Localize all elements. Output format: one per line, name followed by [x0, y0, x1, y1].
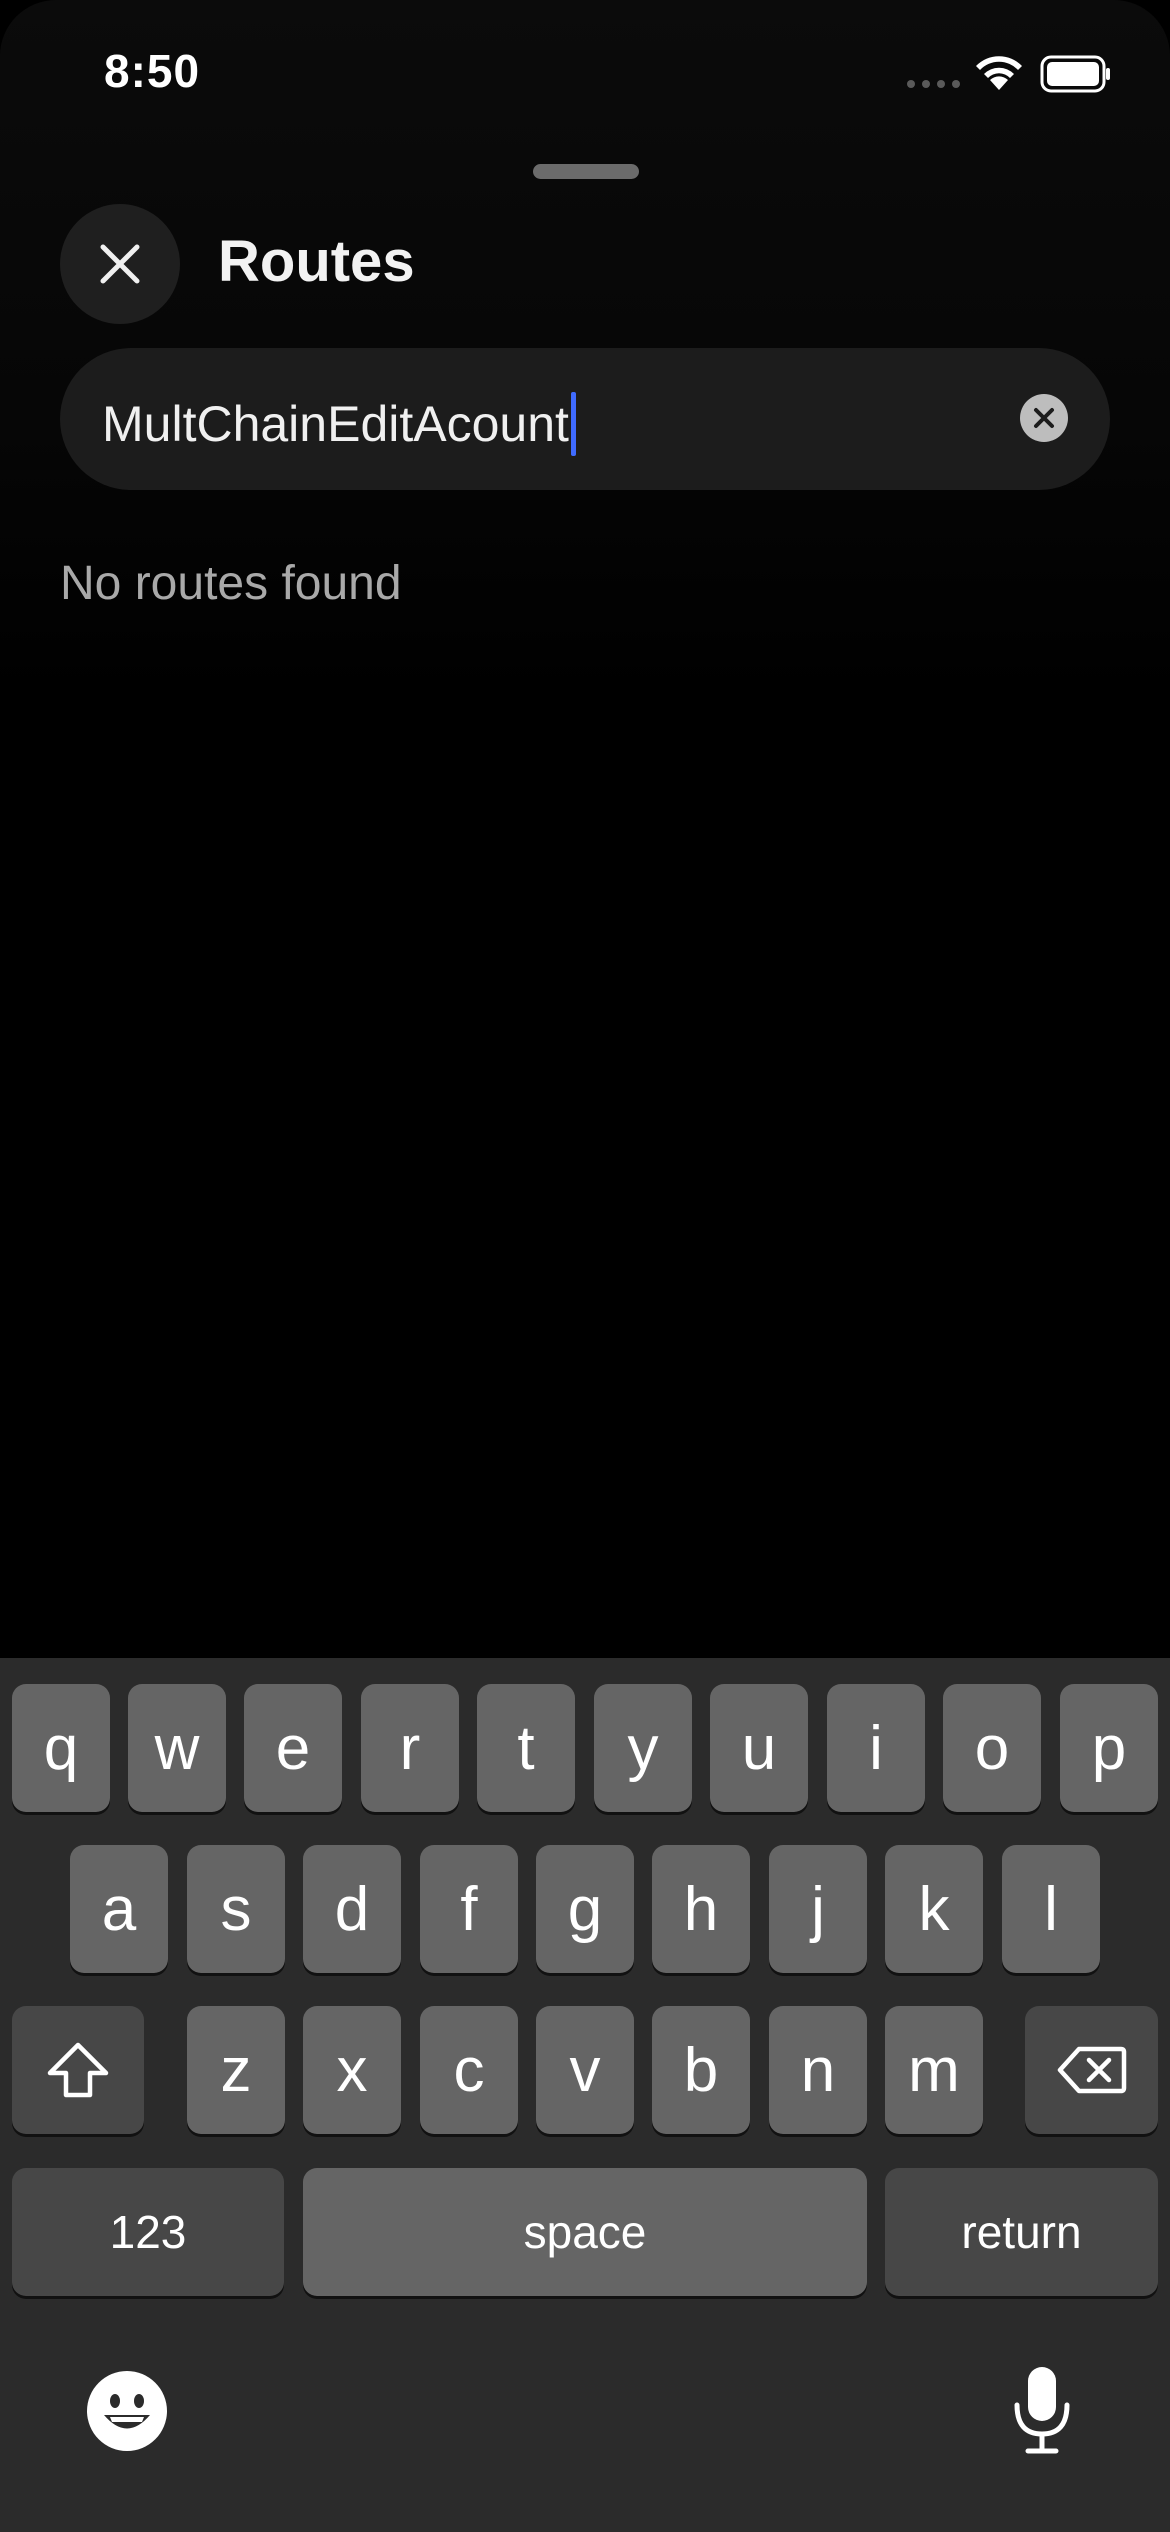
key-q[interactable]: q: [12, 1684, 110, 1812]
key-v[interactable]: v: [536, 2006, 634, 2134]
key-o[interactable]: o: [943, 1684, 1041, 1812]
sheet-grabber[interactable]: [533, 164, 639, 179]
key-n[interactable]: n: [769, 2006, 867, 2134]
key-t[interactable]: t: [477, 1684, 575, 1812]
key-l[interactable]: l: [1002, 1845, 1100, 1973]
space-key[interactable]: space: [303, 2168, 867, 2296]
page-title: Routes: [218, 229, 415, 294]
cellular-signal-icon: [907, 80, 960, 88]
key-i[interactable]: i: [827, 1684, 925, 1812]
battery-icon: [1040, 55, 1110, 93]
routes-sheet: 8:50 Routes MultChainEditAcount No route…: [0, 0, 1170, 1660]
key-k[interactable]: k: [885, 1845, 983, 1973]
search-value: MultChainEditAcount: [102, 396, 569, 452]
key-r[interactable]: r: [361, 1684, 459, 1812]
search-input[interactable]: MultChainEditAcount: [60, 348, 1110, 490]
key-h[interactable]: h: [652, 1845, 750, 1973]
key-p[interactable]: p: [1060, 1684, 1158, 1812]
key-a[interactable]: a: [70, 1845, 168, 1973]
clear-icon: [1034, 408, 1054, 428]
key-e[interactable]: e: [244, 1684, 342, 1812]
key-m[interactable]: m: [885, 2006, 983, 2134]
key-c[interactable]: c: [420, 2006, 518, 2134]
key-f[interactable]: f: [420, 1845, 518, 1973]
close-button[interactable]: [60, 204, 180, 324]
key-y[interactable]: y: [594, 1684, 692, 1812]
key-d[interactable]: d: [303, 1845, 401, 1973]
search-input-text[interactable]: MultChainEditAcount: [102, 392, 576, 456]
empty-state-message: No routes found: [60, 557, 402, 610]
numbers-key[interactable]: 123: [12, 2168, 284, 2296]
key-z[interactable]: z: [187, 2006, 285, 2134]
key-x[interactable]: x: [303, 2006, 401, 2134]
status-time: 8:50: [104, 45, 201, 97]
clear-search-button[interactable]: [1020, 394, 1068, 442]
key-w[interactable]: w: [128, 1684, 226, 1812]
key-j[interactable]: j: [769, 1845, 867, 1973]
key-u[interactable]: u: [710, 1684, 808, 1812]
shift-icon: [47, 2042, 109, 2098]
keyboard: q w e r t y u i o p a s d f g h j k l z …: [0, 1658, 1170, 2532]
backspace-icon: [1057, 2046, 1126, 2094]
key-b[interactable]: b: [652, 2006, 750, 2134]
text-caret: [570, 392, 576, 456]
emoji-icon[interactable]: [86, 2370, 168, 2452]
backspace-key[interactable]: [1025, 2006, 1158, 2134]
shift-key[interactable]: [12, 2006, 144, 2134]
microphone-icon[interactable]: [1010, 2364, 1074, 2456]
screen: 8:50 Routes MultChainEditAcount No route…: [0, 0, 1170, 2532]
key-s[interactable]: s: [187, 1845, 285, 1973]
key-g[interactable]: g: [536, 1845, 634, 1973]
close-icon: [100, 244, 140, 284]
wifi-icon: [976, 56, 1022, 90]
return-key[interactable]: return: [885, 2168, 1158, 2296]
